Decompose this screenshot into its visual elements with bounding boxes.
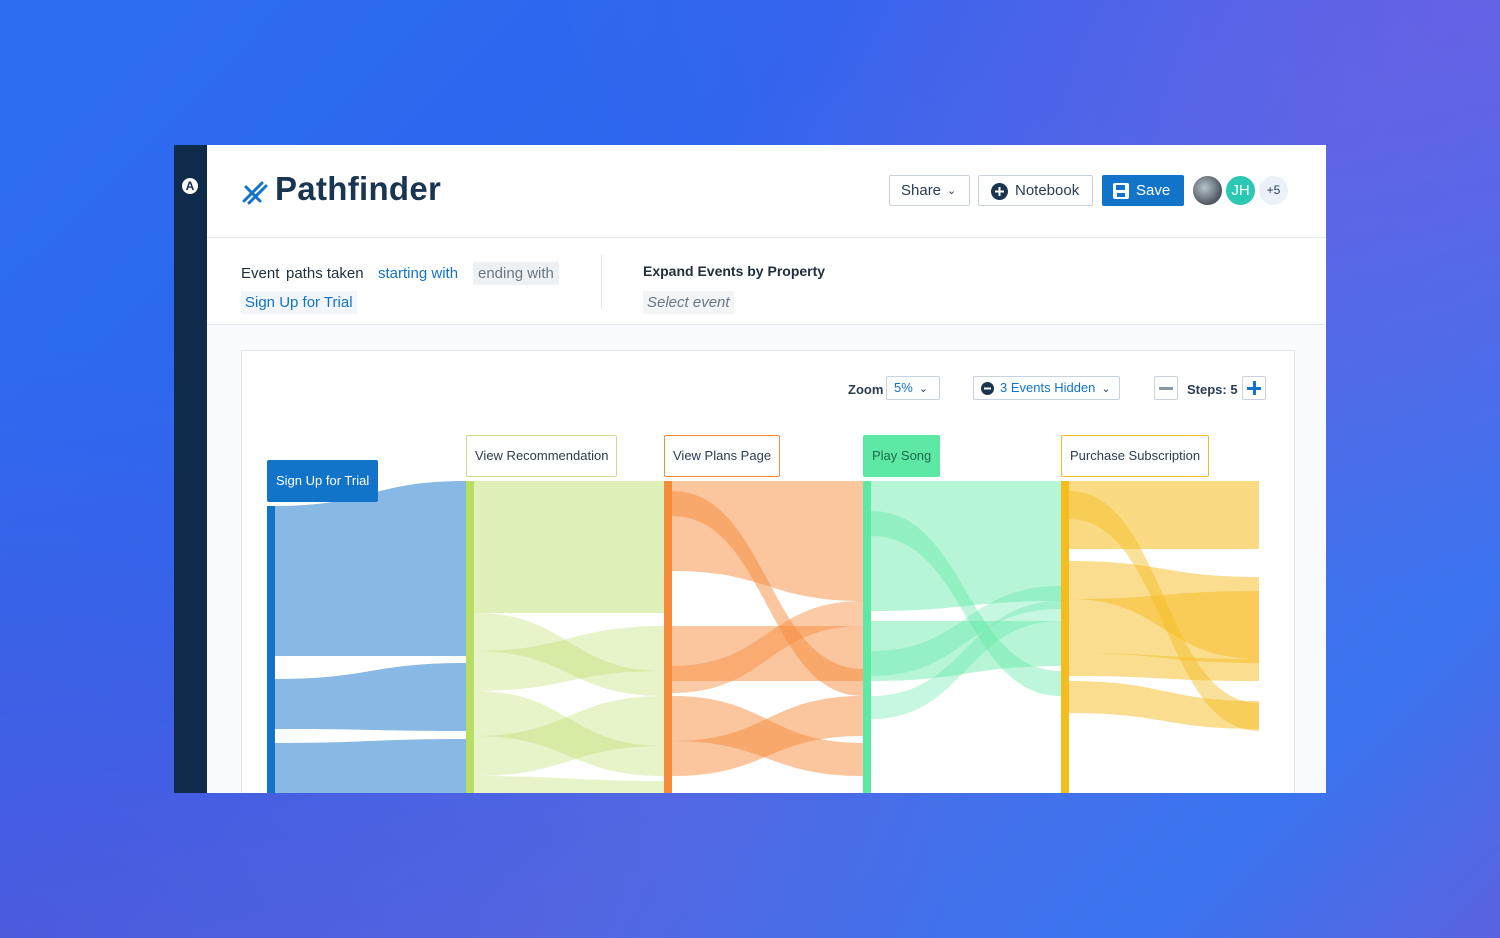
side-rail: A <box>174 145 207 793</box>
pathfinder-icon <box>242 181 268 205</box>
sankey-flow[interactable] <box>474 481 664 613</box>
app-window: A Pathfinder Share ⌄ Notebook Save JH +5… <box>174 145 1326 793</box>
sankey-node-bar[interactable] <box>664 481 672 793</box>
sankey-node-bar[interactable] <box>1061 481 1069 793</box>
sankey-flow[interactable] <box>275 663 466 731</box>
more-collaborators-badge[interactable]: +5 <box>1257 174 1290 207</box>
share-label: Share <box>901 182 942 199</box>
divider <box>601 255 602 309</box>
plus-circle-icon <box>991 182 1008 200</box>
ending-with-toggle[interactable]: ending with <box>473 262 559 285</box>
save-label: Save <box>1136 182 1171 199</box>
sankey-chart <box>267 481 1259 793</box>
sankey-flow[interactable] <box>275 481 466 656</box>
chevron-down-icon: ⌄ <box>947 184 957 197</box>
sankey-node-label[interactable]: View Plans Page <box>664 435 781 477</box>
chart-panel: Zoom 5% ⌄ 3 Events Hidden ⌄ Steps: 5 Sig… <box>241 350 1295 793</box>
sankey-flows <box>275 481 1259 793</box>
save-button[interactable]: Save <box>1102 175 1184 206</box>
select-event-input[interactable]: Select event <box>643 291 734 314</box>
share-button[interactable]: Share ⌄ <box>889 175 970 206</box>
sankey-node-label[interactable]: Sign Up for Trial <box>267 460 379 502</box>
sankey-node-bar[interactable] <box>863 481 871 793</box>
sankey-flow[interactable] <box>474 776 664 793</box>
notebook-button[interactable]: Notebook <box>978 175 1093 206</box>
sankey-node-label[interactable]: Purchase Subscription <box>1061 435 1210 477</box>
query-bar: Event paths taken starting with ending w… <box>207 238 1326 325</box>
avatar[interactable] <box>1191 174 1224 207</box>
header: Pathfinder Share ⌄ Notebook Save JH +5 <box>207 145 1326 238</box>
expand-events-title: Expand Events by Property <box>643 263 826 279</box>
sankey-node-bar[interactable] <box>466 481 474 793</box>
page-title: Pathfinder <box>275 170 442 207</box>
sankey-node-bar[interactable] <box>267 506 275 793</box>
avatar-initials[interactable]: JH <box>1224 174 1257 207</box>
starting-with-toggle[interactable]: starting with <box>374 262 462 285</box>
sankey-node-label[interactable]: Play Song <box>863 435 941 477</box>
sankey-node-label[interactable]: View Recommendation <box>466 435 618 477</box>
floppy-disk-icon <box>1113 183 1129 200</box>
amplitude-logo-icon[interactable]: A <box>182 178 198 194</box>
paths-taken-label: paths taken <box>286 265 364 282</box>
start-event-selector[interactable]: Sign Up for Trial <box>241 291 357 314</box>
sankey-flow[interactable] <box>275 739 466 793</box>
notebook-label: Notebook <box>1015 182 1080 199</box>
event-label: Event <box>241 265 280 282</box>
main-area: Pathfinder Share ⌄ Notebook Save JH +5 E… <box>207 145 1326 793</box>
